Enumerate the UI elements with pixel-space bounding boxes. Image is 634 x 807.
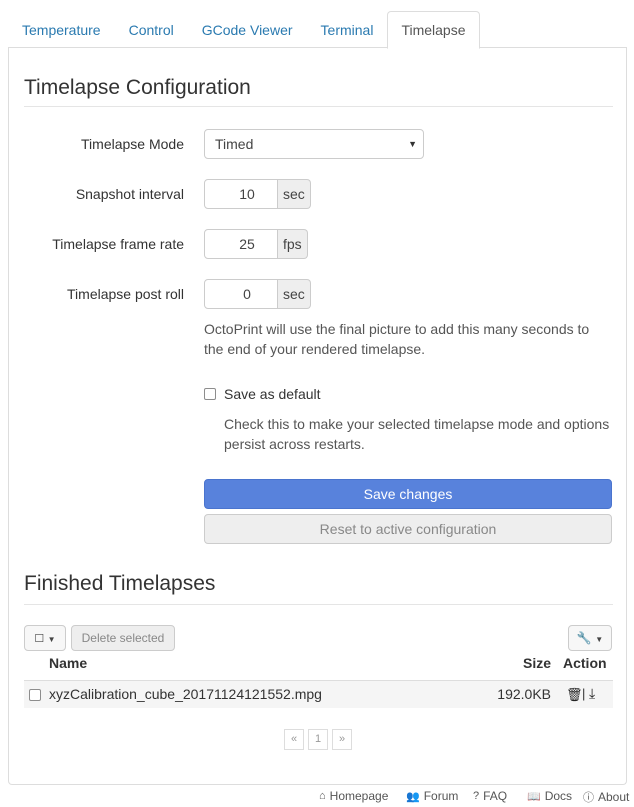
framerate-input-group: 25 fps xyxy=(204,229,308,259)
footer-forum-label: Forum xyxy=(423,789,459,803)
postroll-help-text: OctoPrint will use the final picture to … xyxy=(204,321,590,357)
checkbox-empty-icon: ☐ xyxy=(34,633,45,645)
finished-divider xyxy=(24,604,613,605)
footer-about-label: About xyxy=(598,790,630,804)
reset-config-button[interactable]: Reset to active configuration xyxy=(204,514,612,544)
tab-control[interactable]: Control xyxy=(115,11,188,48)
config-divider xyxy=(24,106,613,107)
tab-bar: Temperature Control GCode Viewer Termina… xyxy=(8,11,626,49)
question-circle-icon: ? xyxy=(473,790,480,802)
select-dropdown-button[interactable]: ☐ ▼ xyxy=(24,625,66,651)
footer-link-about[interactable]: ⓘ About xyxy=(583,789,629,805)
tab-timelapse[interactable]: Timelapse xyxy=(387,11,480,49)
finished-title: Finished Timelapses xyxy=(24,572,216,595)
framerate-input[interactable]: 25 xyxy=(204,229,278,259)
framerate-unit: fps xyxy=(278,229,308,259)
tools-dropdown-button[interactable]: 🔧 ▼ xyxy=(568,625,612,651)
footer-docs-label: Docs xyxy=(544,789,573,803)
postroll-input[interactable]: 0 xyxy=(204,279,278,309)
save-default-help-text: Check this to make your selected timelap… xyxy=(224,416,610,452)
table-row: xyzCalibration_cube_20171124121552.mpg 1… xyxy=(24,680,613,708)
footer-link-docs[interactable]: 📖 Docs xyxy=(527,789,572,803)
save-changes-button[interactable]: Save changes xyxy=(204,479,612,509)
postroll-input-group: 0 sec xyxy=(204,279,311,309)
interval-input[interactable]: 10 xyxy=(204,179,278,209)
timelapse-file-size: 192.0KB xyxy=(497,686,551,702)
trash-icon[interactable]: 🗑 xyxy=(566,687,583,703)
column-header-size[interactable]: Size xyxy=(523,655,551,671)
footer-homepage-label: Homepage xyxy=(329,789,389,803)
chevron-down-icon: ▼ xyxy=(47,635,56,644)
mode-select[interactable]: Timed ▼ xyxy=(204,129,424,159)
pager-next[interactable]: » xyxy=(332,729,352,750)
tab-temperature[interactable]: Temperature xyxy=(8,11,115,48)
home-icon: ⌂ xyxy=(319,790,326,802)
interval-label: Snapshot interval xyxy=(75,186,184,202)
row-select-checkbox[interactable] xyxy=(29,689,41,701)
interval-input-group: 10 sec xyxy=(204,179,311,209)
interval-unit: sec xyxy=(278,179,311,209)
framerate-label: Timelapse frame rate xyxy=(52,236,184,252)
action-separator: | xyxy=(582,686,586,701)
chevron-down-icon: ▼ xyxy=(595,635,604,644)
postroll-label: Timelapse post roll xyxy=(67,286,184,302)
footer-link-faq[interactable]: ? FAQ xyxy=(473,789,507,803)
mode-select-value: Timed xyxy=(215,136,254,152)
footer-link-homepage[interactable]: ⌂ Homepage xyxy=(319,789,388,803)
footer-faq-label: FAQ xyxy=(483,789,508,803)
mode-label: Timelapse Mode xyxy=(81,136,184,152)
download-icon[interactable]: ⤓ xyxy=(589,685,595,702)
column-header-action: Action xyxy=(563,655,607,671)
chevron-down-icon: ▼ xyxy=(408,139,417,149)
column-header-name[interactable]: Name xyxy=(49,655,87,671)
book-icon: 📖 xyxy=(527,790,541,803)
delete-selected-button[interactable]: Delete selected xyxy=(71,625,175,651)
tab-terminal[interactable]: Terminal xyxy=(307,11,388,48)
wrench-icon: 🔧 xyxy=(576,631,592,645)
pager-prev[interactable]: « xyxy=(284,729,304,750)
save-default-checkbox[interactable] xyxy=(204,388,216,400)
pager-page-1[interactable]: 1 xyxy=(308,729,328,750)
save-default-label[interactable]: Save as default xyxy=(224,384,321,404)
tab-gcode-viewer[interactable]: GCode Viewer xyxy=(188,11,307,48)
postroll-unit: sec xyxy=(278,279,311,309)
footer-link-forum[interactable]: 👥 Forum xyxy=(406,789,458,803)
info-circle-icon: ⓘ xyxy=(583,792,594,804)
config-title: Timelapse Configuration xyxy=(24,76,251,99)
timelapse-file-name[interactable]: xyzCalibration_cube_20171124121552.mpg xyxy=(49,686,322,702)
users-icon: 👥 xyxy=(406,790,420,803)
